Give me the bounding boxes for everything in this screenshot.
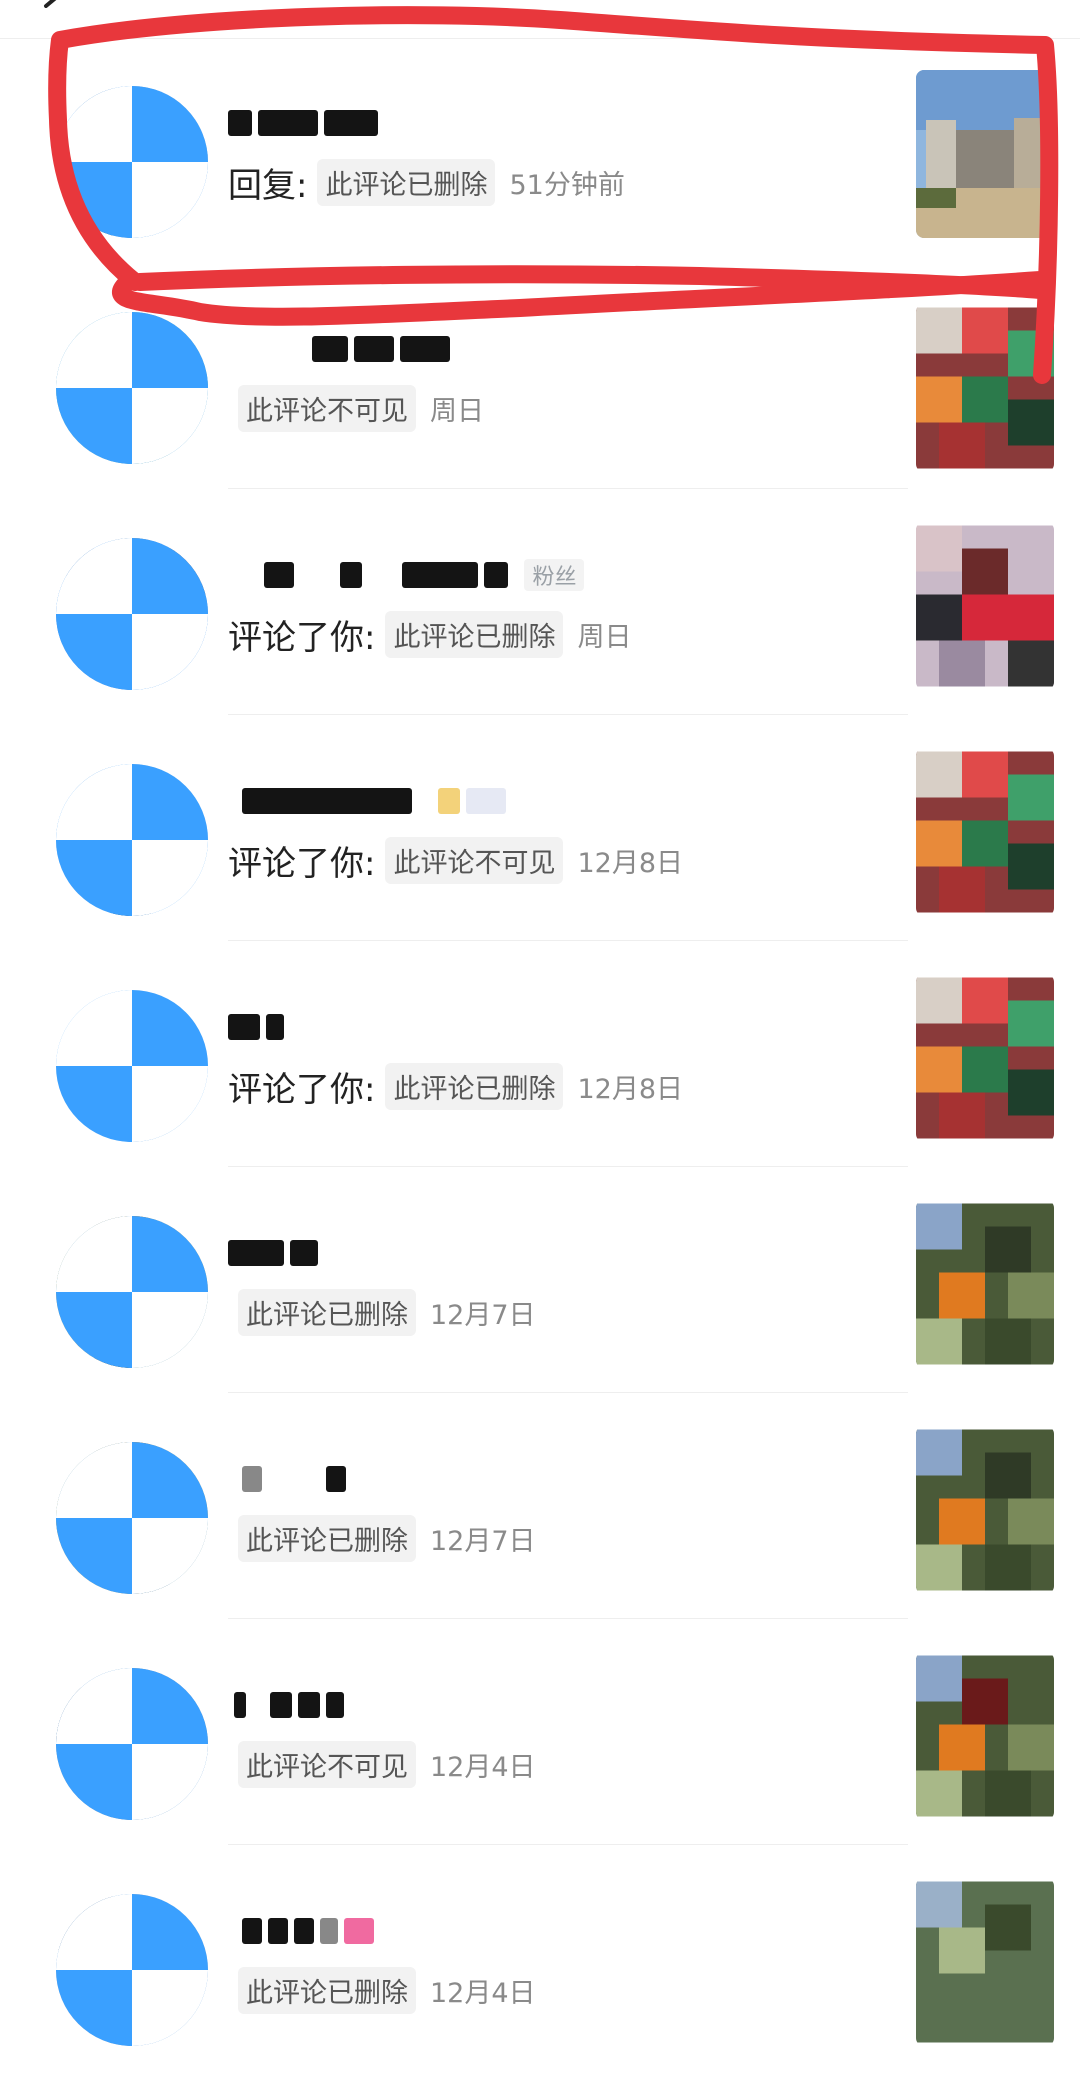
post-thumbnail[interactable]: [916, 522, 1054, 690]
notification-row[interactable]: 此评论已删除 12月7日: [0, 1192, 1080, 1418]
notification-row[interactable]: 此评论不可见 周日: [0, 288, 1080, 514]
comment-status-chip[interactable]: 此评论已删除: [238, 1514, 416, 1562]
timestamp: 12月8日: [577, 847, 684, 879]
username[interactable]: [228, 330, 456, 364]
comment-status-chip[interactable]: 此评论不可见: [385, 836, 564, 884]
username[interactable]: [228, 782, 512, 816]
row-divider: [228, 1844, 908, 1845]
action-text: 评论了你:: [228, 843, 376, 884]
avatar[interactable]: [56, 86, 208, 238]
post-thumbnail[interactable]: [916, 1200, 1054, 1368]
comment-status-chip[interactable]: 此评论已删除: [238, 1288, 416, 1336]
timestamp: 12月4日: [430, 1751, 536, 1783]
avatar[interactable]: [56, 1216, 208, 1368]
verified-v-icon: [56, 1894, 208, 2046]
comment-status-chip[interactable]: 此评论已删除: [238, 1966, 416, 2014]
timestamp: 周日: [577, 621, 632, 653]
username[interactable]: [228, 104, 384, 138]
notification-row[interactable]: 此评论已删除 12月4日: [0, 1870, 1080, 2096]
notification-row[interactable]: 回复: 此评论已删除 51分钟前: [0, 62, 1080, 288]
notification-row[interactable]: 评论了你: 此评论已删除 12月8日: [0, 966, 1080, 1192]
timestamp: 12月7日: [430, 1299, 536, 1331]
post-thumbnail[interactable]: [916, 1426, 1054, 1594]
comment-status-chip[interactable]: 此评论已删除: [385, 1062, 564, 1110]
verified-v-icon: [56, 764, 208, 916]
timestamp: 周日: [430, 395, 484, 427]
avatar[interactable]: [56, 1894, 208, 2046]
post-thumbnail[interactable]: [916, 974, 1054, 1142]
avatar[interactable]: [56, 538, 208, 690]
avatar[interactable]: [56, 312, 208, 464]
username[interactable]: [228, 1686, 350, 1720]
row-divider: [228, 488, 908, 489]
verified-v-icon: [56, 1442, 208, 1594]
verified-v-icon: [56, 1668, 208, 1820]
post-thumbnail[interactable]: [916, 1878, 1054, 2046]
action-text: 评论了你:: [228, 617, 376, 658]
action-text: 回复:: [228, 165, 308, 206]
username[interactable]: [228, 1008, 290, 1042]
notification-row[interactable]: 粉丝 评论了你: 此评论已删除 周日: [0, 514, 1080, 740]
username[interactable]: 粉丝: [228, 556, 585, 591]
username[interactable]: [228, 1912, 380, 1946]
verified-v-icon: [56, 538, 208, 690]
verified-v-icon: [56, 86, 208, 238]
post-thumbnail[interactable]: [916, 748, 1054, 916]
comment-status-chip[interactable]: 此评论已删除: [385, 610, 564, 658]
avatar[interactable]: [56, 764, 208, 916]
row-divider: [228, 1618, 908, 1619]
avatar[interactable]: [56, 1668, 208, 1820]
post-thumbnail[interactable]: [916, 70, 1054, 238]
notification-list: 回复: 此评论已删除 51分钟前 此评论不可见 周日 粉丝 评论了你: 此评论已…: [0, 0, 1080, 2046]
post-thumbnail[interactable]: [916, 304, 1054, 472]
avatar[interactable]: [56, 1442, 208, 1594]
comment-status-chip[interactable]: 此评论不可见: [238, 1740, 416, 1788]
row-divider: [228, 1392, 908, 1393]
action-text: 评论了你:: [228, 1069, 376, 1110]
row-divider: [228, 1166, 908, 1167]
verified-v-icon: [56, 312, 208, 464]
notification-row[interactable]: 评论了你: 此评论不可见 12月8日: [0, 740, 1080, 966]
timestamp: 12月8日: [577, 1073, 684, 1105]
avatar[interactable]: [56, 990, 208, 1142]
timestamp: 51分钟前: [509, 169, 625, 201]
notification-row[interactable]: 此评论不可见 12月4日: [0, 1644, 1080, 1870]
comment-status-chip[interactable]: 此评论不可见: [238, 384, 416, 432]
comment-status-chip[interactable]: 此评论已删除: [317, 158, 496, 206]
row-divider: [228, 714, 908, 715]
username[interactable]: [228, 1460, 352, 1494]
fan-tag: 粉丝: [524, 558, 585, 591]
username[interactable]: [228, 1234, 324, 1268]
timestamp: 12月4日: [430, 1977, 536, 2009]
verified-v-icon: [56, 1216, 208, 1368]
row-divider: [228, 940, 908, 941]
post-thumbnail[interactable]: [916, 1652, 1054, 1820]
timestamp: 12月7日: [430, 1525, 536, 1557]
notification-row[interactable]: 此评论已删除 12月7日: [0, 1418, 1080, 1644]
verified-v-icon: [56, 990, 208, 1142]
